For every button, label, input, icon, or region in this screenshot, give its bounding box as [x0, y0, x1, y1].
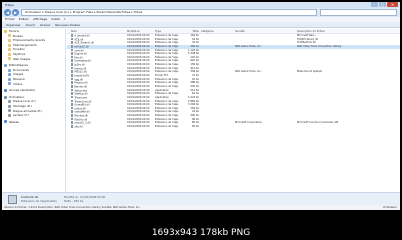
maximize-button[interactable]: □ — [379, 2, 386, 7]
address-bar: ◀ ▶ Ordinateur ▸ Disque local (C:) ▸ Pro… — [2, 8, 400, 17]
breadcrumb-item[interactable]: Ordinateur — [25, 10, 41, 14]
file-icon — [8, 195, 17, 204]
file-size: 56 Ko — [191, 125, 199, 129]
new-folder-button[interactable]: Nouveau dossier — [55, 23, 80, 27]
menu-tools[interactable]: Outils — [51, 17, 60, 21]
close-button[interactable]: × — [387, 2, 398, 7]
disk-icon — [8, 113, 11, 117]
menu-view[interactable]: Affichage — [33, 17, 47, 21]
folder-icon — [8, 34, 11, 38]
library-icon — [8, 73, 11, 77]
folder-icon — [8, 52, 11, 56]
menu-edit[interactable]: Edition — [19, 17, 29, 21]
breadcrumb-item[interactable]: Disque local (C:) — [45, 10, 70, 14]
nav-item[interactable]: Groupe résidentiel — [2, 88, 65, 93]
status-text: Version du fichier: 1.9.0.0 Description:… — [4, 206, 141, 209]
detail-size: Taille : 184 Ko — [64, 199, 84, 203]
window-controls: – □ × — [371, 2, 398, 7]
burn-button[interactable]: Graver — [40, 23, 50, 27]
library-icon — [8, 77, 11, 81]
file-list: A_shared.dll 01/01/2006 00:00 Extension de… — [67, 34, 400, 192]
nav-item[interactable]: Vidéos — [2, 82, 65, 87]
status-bar: Version du fichier: 1.9.0.0 Description:… — [2, 205, 400, 210]
status-location: Ordinateur — [383, 206, 397, 209]
back-button[interactable]: ◀ — [4, 9, 11, 16]
folder-icon — [8, 57, 11, 61]
nav-item[interactable]: Lecteur (F:) — [2, 113, 65, 118]
library-icon — [8, 82, 11, 86]
library-icon — [4, 63, 7, 67]
breadcrumb-item[interactable]: Tribes — [134, 10, 143, 14]
explorer-window: Tribes – □ × ◀ ▶ Ordinateur ▸ Disque loc… — [2, 2, 400, 210]
navigation-pane: Favoris Bureau Emplacements récents Télécha… — [2, 29, 66, 192]
nav-item-label: Vidéos — [13, 81, 23, 86]
search-input[interactable] — [320, 9, 397, 16]
command-bar: Organiser Ouvrir Graver Nouveau dossier — [2, 22, 400, 28]
breadcrumb-item[interactable]: Program Files — [73, 10, 93, 14]
disk-icon — [8, 104, 11, 108]
library-icon — [8, 68, 11, 72]
menu-help[interactable]: ? — [64, 17, 66, 21]
disk-icon — [8, 109, 11, 113]
open-button[interactable]: Ouvrir — [26, 23, 35, 27]
nav-item[interactable]: Web Images — [2, 57, 65, 62]
breadcrumb-item[interactable]: Steam/Steamlib/Tribes — [96, 10, 130, 14]
nav-item-label: Lecteur (F:) — [13, 113, 29, 118]
computer-icon — [4, 95, 7, 99]
forward-button[interactable]: ▶ — [12, 9, 19, 16]
disk-icon — [8, 100, 11, 104]
breadcrumb[interactable]: Ordinateur ▸ Disque local (C:) ▸ Program… — [21, 9, 317, 16]
file-row[interactable]: zlib.dll 01/01/2006 00:00 Extension de l'a… — [67, 125, 400, 129]
network-icon — [4, 120, 7, 124]
file-type: Extension de l'app. — [155, 125, 179, 129]
organize-button[interactable]: Organiser — [6, 23, 21, 27]
folder-icon — [8, 48, 11, 52]
network-icon — [4, 88, 7, 92]
nav-item-label: Groupe résidentiel — [9, 88, 35, 93]
details-pane: binkw32.dll Extension de l'application M… — [2, 192, 400, 205]
minimize-button[interactable]: – — [371, 2, 378, 7]
image-caption: 1693x943 178kb PNG — [151, 228, 251, 238]
nav-item[interactable]: Réseau — [2, 120, 65, 125]
menu-file[interactable]: Fichier — [5, 17, 15, 21]
file-date: 01/01/2006 00:00 — [127, 125, 150, 129]
folder-icon — [8, 43, 11, 47]
file-name: zlib.dll — [71, 125, 126, 129]
file-name-text: zlib.dll — [74, 125, 83, 129]
star-icon — [4, 29, 7, 33]
detail-file-type: Extension de l'application — [21, 199, 57, 203]
screenshot-frame: Tribes – □ × ◀ ▶ Ordinateur ▸ Disque loc… — [0, 0, 402, 240]
nav-item-label: Réseau — [9, 119, 20, 124]
folder-icon — [8, 38, 11, 42]
nav-item-label: Web Images — [13, 56, 31, 61]
